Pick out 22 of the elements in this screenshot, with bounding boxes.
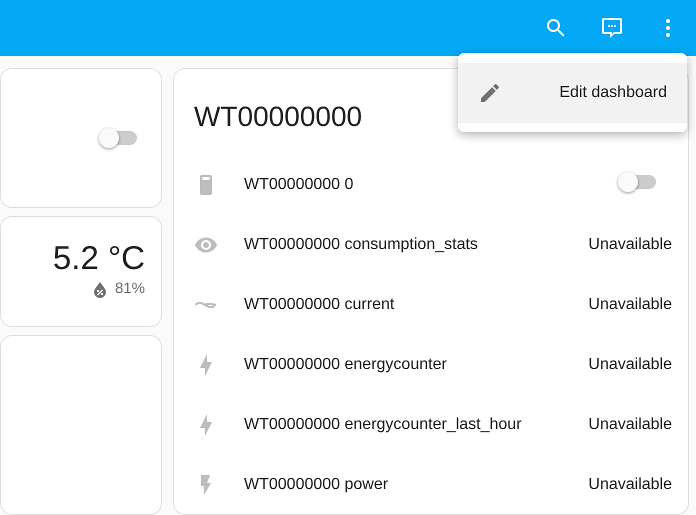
entity-state: Unavailable: [588, 475, 672, 495]
entity-state: Unavailable: [588, 415, 672, 435]
entity-name: WT00000000 energycounter: [244, 355, 448, 375]
entity-name: WT00000000 current: [244, 295, 396, 315]
pencil-icon: [478, 81, 502, 105]
entity-name: WT00000000 0: [244, 175, 354, 195]
entity-name: WT00000000 energycounter_last_hour: [244, 415, 523, 435]
entity-state: Unavailable: [588, 355, 672, 375]
card-title: WT00000000: [194, 101, 362, 132]
toggle-switch[interactable]: [620, 175, 656, 189]
entity-state: Unavailable: [588, 295, 672, 315]
more-icon: [665, 18, 671, 38]
toggle-switch[interactable]: [101, 131, 137, 146]
chat-icon: [600, 16, 624, 40]
humidity-value: 81%: [114, 279, 145, 300]
entity-name: WT00000000 consumption_stats: [244, 235, 479, 255]
temperature-value: 5.2 °C: [52, 241, 145, 274]
entity-name: WT00000000 power: [244, 475, 390, 495]
sine-wave-icon: [194, 300, 216, 309]
menu-item[interactable]: Edit dashboard: [458, 63, 687, 123]
humidity-icon: [92, 282, 107, 298]
entity-state: Unavailable: [588, 235, 672, 255]
